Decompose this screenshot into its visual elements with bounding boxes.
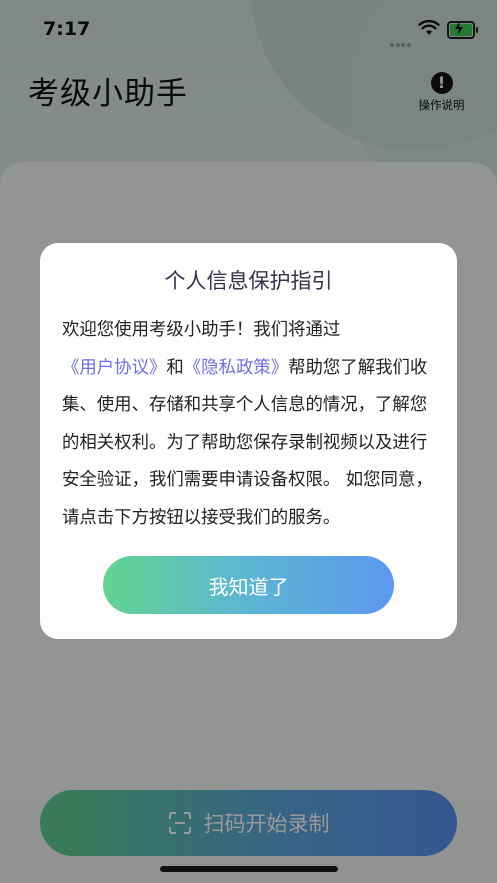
dialog-body: 欢迎您使用考级小助手！我们将通过《用户协议》和《隐私政策》帮助您了解我们收集、使… <box>62 312 440 537</box>
agree-button[interactable]: 我知道了 <box>103 556 394 614</box>
agree-button-label: 我知道了 <box>208 574 289 599</box>
privacy-dialog: 个人信息保护指引 欢迎您使用考级小助手！我们将通过《用户协议》和《隐私政策》帮助… <box>40 243 457 639</box>
body-text: 欢迎您使用考级小助手！我们将通过 <box>62 320 341 340</box>
user-agreement-link[interactable]: 《用户协议》 <box>62 358 166 378</box>
dialog-title: 个人信息保护指引 <box>164 269 333 293</box>
body-text: 帮助您了解我们收集、使用、存储和共享个人信息的情况，了解您的相关权利。为了帮助您… <box>62 357 433 528</box>
home-indicator <box>160 866 338 872</box>
and-text: 和 <box>166 357 184 378</box>
privacy-policy-link[interactable]: 《隐私政策》 <box>184 358 288 378</box>
